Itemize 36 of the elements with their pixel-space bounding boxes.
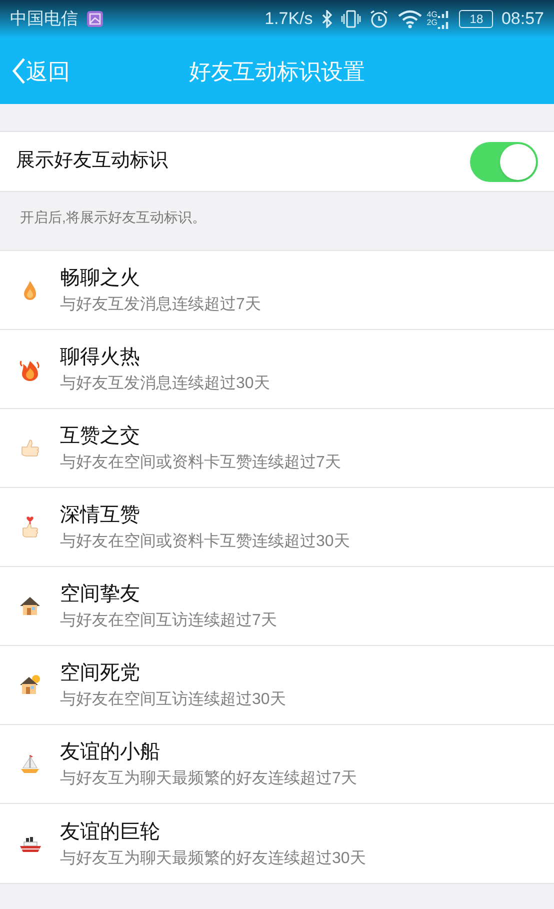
vibrate-icon bbox=[340, 10, 361, 28]
alarm-icon bbox=[368, 9, 389, 29]
wifi-icon bbox=[396, 9, 423, 29]
network-label: 4G bbox=[426, 11, 438, 19]
badge-title: 空间死党 bbox=[60, 661, 141, 686]
badge-title: 互赞之交 bbox=[60, 424, 141, 449]
badge-description: 与好友在空间互访连续超过30天 bbox=[60, 690, 286, 710]
badge-title: 畅聊之火 bbox=[60, 266, 141, 291]
back-chevron-icon bbox=[12, 57, 26, 85]
badge-title: 友谊的小船 bbox=[60, 740, 161, 765]
setting-label: 展示好友互动标识 bbox=[16, 149, 168, 174]
gallery-icon bbox=[86, 10, 104, 28]
badge-title: 深情互赞 bbox=[60, 503, 141, 528]
bluetooth-icon bbox=[320, 10, 333, 28]
badge-description: 与好友互为聊天最频繁的好友连续超过7天 bbox=[60, 768, 357, 789]
hint-text: 开启后,将展示好友互动标识。 bbox=[20, 209, 206, 225]
badge-description: 与好友在空间互访连续超过7天 bbox=[60, 610, 277, 631]
badge-description: 与好友互发消息连续超过7天 bbox=[60, 294, 261, 315]
battery-level: 18 bbox=[470, 11, 484, 28]
back-button[interactable]: 返回 bbox=[12, 54, 70, 88]
sailboat-icon bbox=[18, 752, 42, 776]
badge-title: 友谊的巨轮 bbox=[60, 820, 161, 844]
page-title: 好友互动标识设置 bbox=[189, 58, 365, 86]
badge-title: 聊得火热 bbox=[60, 345, 141, 370]
badge-description: 与好友在空间或资料卡互赞连续超过30天 bbox=[60, 532, 350, 552]
house-sun-icon bbox=[18, 673, 42, 697]
badge-description: 与好友在空间或资料卡互赞连续超过7天 bbox=[60, 452, 341, 473]
toggle-switch[interactable] bbox=[470, 142, 538, 182]
clock: 08:57 bbox=[501, 8, 544, 30]
badge-description: 与好友互发消息连续超过30天 bbox=[60, 374, 270, 394]
carrier-name: 中国电信 bbox=[10, 8, 78, 30]
house-icon bbox=[18, 594, 42, 618]
network-label: 2G bbox=[426, 19, 438, 27]
badge-title: 空间挚友 bbox=[60, 582, 141, 607]
badge-description: 与好友互为聊天最频繁的好友连续超过30天 bbox=[60, 848, 366, 868]
network-speed: 1.7K/s bbox=[264, 8, 313, 30]
